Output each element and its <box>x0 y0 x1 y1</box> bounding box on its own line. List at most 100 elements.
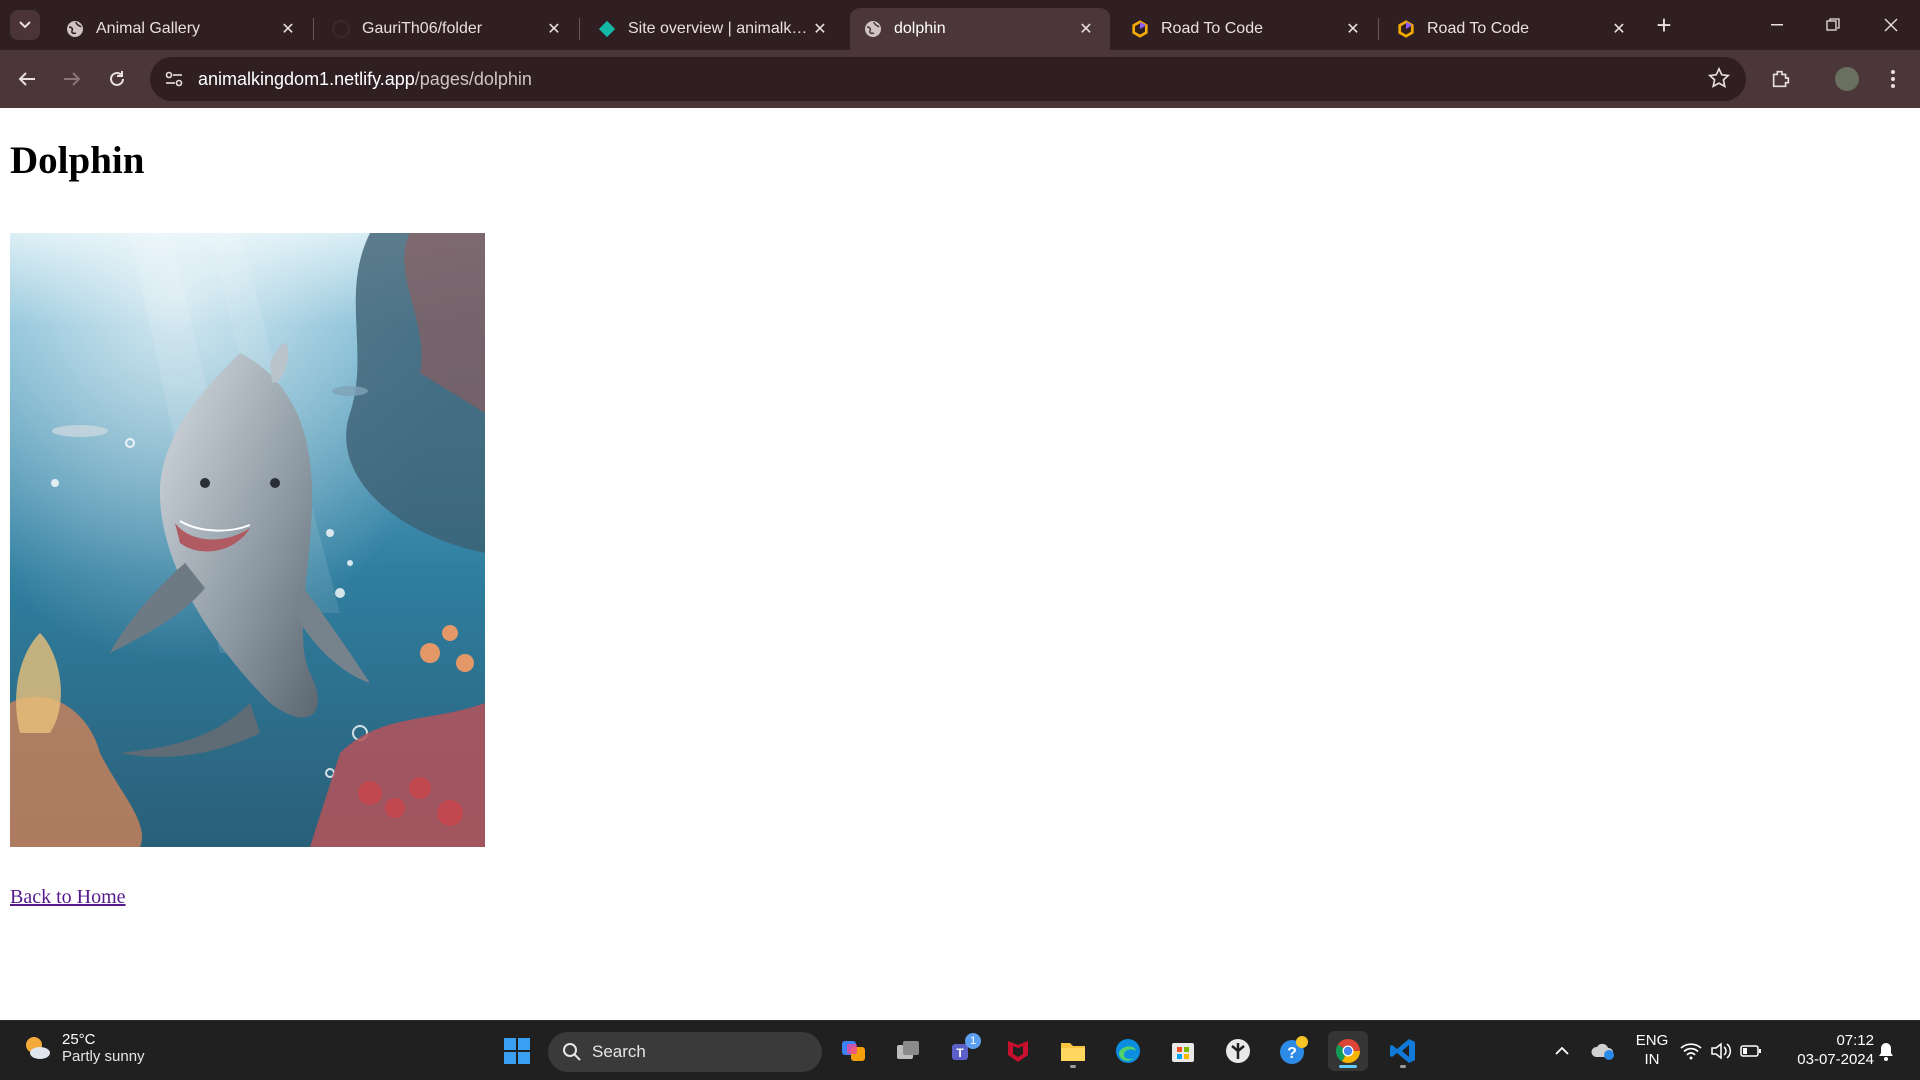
taskbar-copilot[interactable] <box>834 1031 874 1071</box>
profile-button[interactable] <box>1832 64 1862 94</box>
taskbar-search[interactable]: Search <box>548 1032 822 1072</box>
weather-widget[interactable]: 25°C Partly sunny <box>22 1031 145 1065</box>
taskbar-vscode[interactable] <box>1383 1031 1423 1071</box>
chevron-up-icon <box>1555 1047 1569 1055</box>
forward-button[interactable] <box>57 64 87 94</box>
tab-divider <box>313 18 314 40</box>
tab-title: Road To Code <box>1427 20 1529 37</box>
close-icon[interactable]: ✕ <box>278 19 298 39</box>
start-button[interactable] <box>497 1031 537 1071</box>
clock[interactable]: 07:12 03-07-2024 <box>1778 1031 1874 1069</box>
tray-quick-settings[interactable] <box>1676 1031 1766 1071</box>
arrow-right-icon <box>64 72 81 86</box>
tab-title: Road To Code <box>1161 20 1263 37</box>
tab-title: dolphin <box>894 20 946 37</box>
tab-road-to-code[interactable]: Road To Code ✕ <box>1117 8 1377 50</box>
minimize-button[interactable] <box>1754 8 1800 42</box>
bookmark-star-icon[interactable] <box>1707 66 1731 94</box>
reload-button[interactable] <box>102 64 132 94</box>
tab-github[interactable]: GauriTh06/folder ✕ <box>318 8 578 50</box>
more-vertical-icon <box>1891 70 1895 88</box>
battery-icon <box>1740 1045 1761 1057</box>
folder-icon <box>1061 1043 1085 1061</box>
back-button[interactable] <box>12 64 42 94</box>
tab-strip: Animal Gallery ✕ GauriTh06/folder ✕ Site… <box>0 0 1920 50</box>
cloud-sync-icon <box>1591 1043 1614 1060</box>
language-region: IN <box>1644 1051 1660 1068</box>
close-icon[interactable]: ✕ <box>1609 19 1629 39</box>
vscode-icon <box>1390 1039 1415 1063</box>
page-title: Dolphin <box>10 139 145 182</box>
wifi-icon <box>1680 1043 1702 1060</box>
windows-icon <box>504 1038 530 1064</box>
weather-temp: 25°C <box>62 1031 96 1048</box>
clock-date: 03-07-2024 <box>1797 1051 1874 1068</box>
taskbar-teams[interactable]: T 1 <box>943 1031 983 1071</box>
tab-netlify[interactable]: Site overview | animalkingdom ✕ <box>584 8 844 50</box>
close-window-button[interactable] <box>1868 8 1914 42</box>
tab-dolphin[interactable]: dolphin ✕ <box>850 8 1110 50</box>
edge-icon <box>1116 1039 1140 1063</box>
arrow-left-icon <box>18 72 35 86</box>
url-path: /pages/dolphin <box>414 68 532 89</box>
globe-icon <box>864 20 882 38</box>
minimize-icon <box>1771 24 1783 26</box>
close-icon[interactable]: ✕ <box>810 19 830 39</box>
tab-title: Animal Gallery <box>96 20 201 37</box>
site-info-icon[interactable] <box>152 57 196 101</box>
restore-button[interactable] <box>1810 8 1856 42</box>
copilot-icon <box>842 1041 865 1061</box>
taskbar-chrome[interactable] <box>1328 1031 1368 1071</box>
github-icon <box>332 20 350 38</box>
tab-divider <box>579 18 580 40</box>
netlify-icon <box>598 20 616 38</box>
search-icon <box>563 1043 581 1061</box>
address-bar[interactable]: animalkingdom1.netlify.app/pages/dolphin <box>150 57 1746 101</box>
url-host: animalkingdom1.netlify.app <box>198 68 415 89</box>
browser-toolbar: animalkingdom1.netlify.app/pages/dolphin <box>0 50 1920 108</box>
tray-overflow-button[interactable] <box>1542 1031 1582 1071</box>
taskbar-store[interactable] <box>1163 1031 1203 1071</box>
svg-text:T: T <box>956 1046 964 1060</box>
running-indicator <box>1339 1065 1357 1068</box>
bell-icon <box>1879 1043 1893 1061</box>
tab-title: Site overview | animalkingdom <box>628 20 810 37</box>
page-content: Dolphin Back to Home <box>0 108 1920 1020</box>
taskbar-app-clock[interactable] <box>1218 1031 1258 1071</box>
url-text: animalkingdom1.netlify.app/pages/dolphin <box>198 69 532 90</box>
taskbar-edge[interactable] <box>1108 1031 1148 1071</box>
taskbar-file-explorer[interactable] <box>1053 1031 1093 1071</box>
running-indicator <box>1400 1065 1406 1068</box>
notification-button[interactable] <box>1868 1031 1904 1071</box>
search-label: Search <box>592 1042 646 1061</box>
app-icon <box>1226 1039 1250 1063</box>
new-tab-button[interactable]: + <box>1650 12 1678 40</box>
roadtocode-icon <box>1131 20 1149 38</box>
help-icon: ? <box>1280 1036 1308 1064</box>
taskbar-mcafee[interactable] <box>998 1031 1038 1071</box>
menu-button[interactable] <box>1878 64 1908 94</box>
tab-animal-gallery[interactable]: Animal Gallery ✕ <box>52 8 312 50</box>
taskbar: 25°C Partly sunny Search T 1 ? ENG IN 07… <box>0 1020 1920 1080</box>
tab-road-to-code-2[interactable]: Road To Code ✕ <box>1383 8 1643 50</box>
extensions-button[interactable] <box>1766 64 1796 94</box>
close-icon <box>1884 18 1898 32</box>
puzzle-icon <box>1772 70 1790 88</box>
weather-condition: Partly sunny <box>62 1048 145 1065</box>
dolphin-image <box>10 233 485 847</box>
close-icon[interactable]: ✕ <box>544 19 564 39</box>
language-indicator[interactable]: ENG IN <box>1634 1031 1670 1069</box>
close-icon[interactable]: ✕ <box>1076 19 1096 39</box>
clock-time: 07:12 <box>1836 1032 1874 1049</box>
store-icon <box>1172 1043 1194 1062</box>
taskbar-tips[interactable]: ? <box>1273 1031 1313 1071</box>
running-indicator <box>1070 1065 1076 1068</box>
teams-badge: 1 <box>965 1033 981 1049</box>
tab-search-button[interactable] <box>10 10 40 40</box>
restore-icon <box>1826 18 1840 31</box>
tab-title: GauriTh06/folder <box>362 20 483 37</box>
close-icon[interactable]: ✕ <box>1343 19 1363 39</box>
tray-onedrive[interactable] <box>1583 1031 1623 1071</box>
taskbar-task-view[interactable] <box>888 1031 928 1071</box>
back-to-home-link[interactable]: Back to Home <box>10 886 126 909</box>
